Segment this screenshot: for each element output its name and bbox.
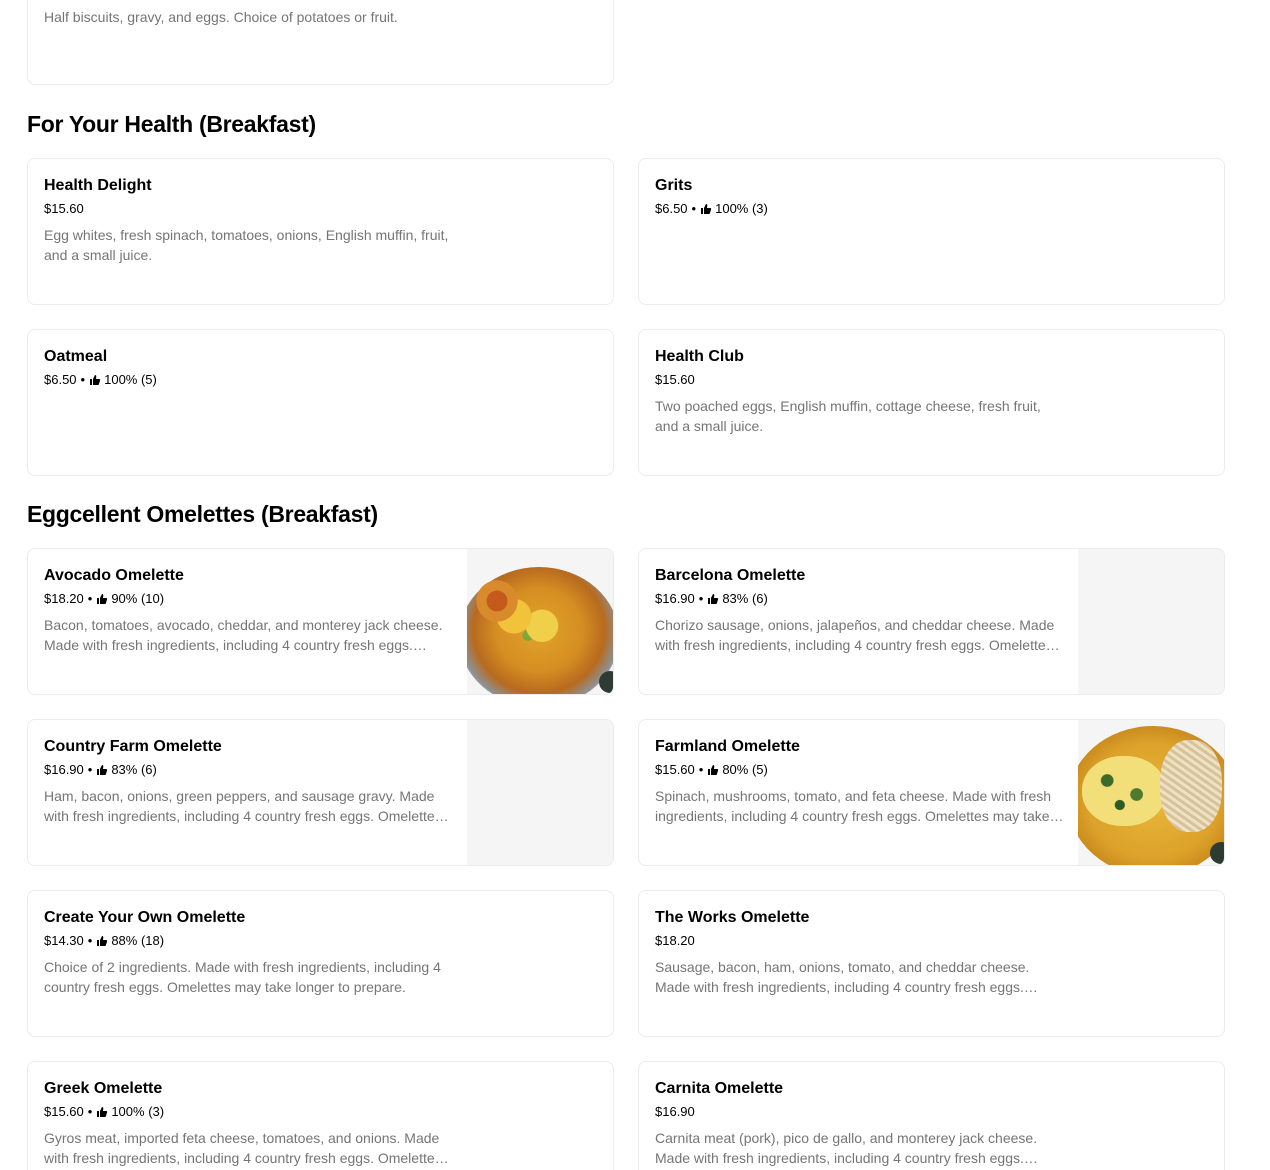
menu-item-description: Sausage, bacon, ham, onions, tomato, and… [655, 959, 1030, 995]
menu-item-meta: $16.90 • 83% (6) [655, 591, 1065, 607]
menu-item-meta: $15.60 [44, 201, 454, 217]
menu-item-description: Egg whites, fresh spinach, tomatoes, oni… [44, 227, 449, 263]
menu-item-description: Chorizo sausage, onions, jalapeños, and … [655, 617, 1055, 653]
menu-item-card[interactable]: Avocado Omelette $18.20 • 90% (10) Bacon… [27, 548, 614, 695]
menu-item-name: Grits [655, 177, 693, 194]
menu-item-image [1078, 720, 1224, 865]
menu-item-name: Create Your Own Omelette [44, 909, 246, 926]
omelette-photo [467, 567, 613, 694]
menu-item-rating: 88% (18) [111, 933, 165, 948]
thumbs-up-icon [96, 764, 108, 776]
menu-item-meta: $18.20 • 90% (10) [44, 591, 454, 607]
menu-item-description: Carnita meat (pork), pico de gallo, and … [655, 1130, 1038, 1166]
menu-item-name: Avocado Omelette [44, 567, 184, 584]
separator-dot: • [87, 762, 93, 777]
menu-item-card[interactable]: Farmland Omelette $15.60 • 80% (5) Spina… [638, 719, 1225, 866]
menu-item-price: $16.90 [655, 1104, 695, 1119]
thumbs-up-icon [96, 593, 108, 605]
separator-dot: • [87, 591, 93, 606]
menu-item-meta: $6.50 • 100% (3) [655, 201, 1065, 217]
menu-item-card[interactable]: Carnita Omelette $16.90 Carnita meat (po… [638, 1061, 1225, 1170]
menu-item-name: Carnita Omelette [655, 1080, 784, 1097]
menu-item-description: Ham, bacon, onions, green peppers, and s… [44, 788, 442, 824]
menu-item-price: $16.90 [44, 762, 84, 777]
thumbs-up-icon [96, 935, 108, 947]
menu-item-card[interactable]: Half biscuits, gravy, and eggs. Choice o… [27, 0, 614, 85]
menu-item-price: $15.60 [44, 1104, 84, 1119]
menu-item-name: Barcelona Omelette [655, 567, 806, 584]
menu-item-rating: 100% (5) [104, 372, 157, 387]
menu-item-price: $6.50 [655, 201, 688, 216]
separator-dot: • [80, 372, 86, 387]
separator-dot: • [698, 762, 704, 777]
menu-item-card[interactable]: Health Club $15.60 Two poached eggs, Eng… [638, 329, 1225, 476]
menu-item-meta: $14.30 • 88% (18) [44, 933, 454, 949]
menu-item-price: $15.60 [655, 372, 695, 387]
menu-item-price: $18.20 [655, 933, 695, 948]
separator-dot: • [698, 591, 704, 606]
menu-item-rating: 100% (3) [111, 1104, 165, 1119]
section-title: For Your Health (Breakfast) [27, 111, 316, 137]
menu-item-price: $15.60 [655, 762, 695, 777]
thumbs-up-icon [700, 203, 712, 215]
menu-item-rating: 90% (10) [111, 591, 165, 606]
menu-item-card[interactable]: Grits $6.50 • 100% (3) [638, 158, 1225, 305]
menu-item-rating: 83% (6) [722, 591, 768, 606]
menu-item-meta: $6.50 • 100% (5) [44, 372, 454, 388]
thumbs-up-icon [707, 593, 719, 605]
menu-item-name: The Works Omelette [655, 909, 810, 926]
menu-item-name: Farmland Omelette [655, 738, 800, 755]
menu-item-meta: $15.60 • 80% (5) [655, 762, 1065, 778]
menu-item-name: Health Delight [44, 177, 152, 194]
omelette-photo [1078, 726, 1224, 865]
menu-item-price: $15.60 [44, 201, 84, 216]
menu-item-description: Gyros meat, imported feta cheese, tomato… [44, 1130, 442, 1166]
menu-item-name: Country Farm Omelette [44, 738, 222, 755]
menu-item-description: Half biscuits, gravy, and eggs. Choice o… [44, 9, 398, 25]
menu-item-card[interactable]: Barcelona Omelette $16.90 • 83% (6) Chor… [638, 548, 1225, 695]
menu-item-description: Choice of 2 ingredients. Made with fresh… [44, 959, 441, 995]
menu-item-meta: $16.90 [655, 1104, 1065, 1120]
menu-item-image-placeholder [1078, 549, 1224, 694]
menu-item-rating: 100% (3) [715, 201, 768, 216]
menu-item-description: Spinach, mushrooms, tomato, and feta che… [655, 788, 1052, 824]
badge-icon [599, 671, 613, 693]
menu-item-description: Two poached eggs, English muffin, cottag… [655, 398, 1041, 434]
section-title: Eggcellent Omelettes (Breakfast) [27, 501, 378, 527]
menu-item-card[interactable]: The Works Omelette $18.20 Sausage, bacon… [638, 890, 1225, 1037]
menu-item-card[interactable]: Greek Omelette $15.60 • 100% (3) Gyros m… [27, 1061, 614, 1170]
menu-item-rating: 80% (5) [722, 762, 768, 777]
menu-item-card[interactable]: Country Farm Omelette $16.90 • 83% (6) H… [27, 719, 614, 866]
menu-item-description: Bacon, tomatoes, avocado, cheddar, and m… [44, 617, 443, 653]
menu-item-image-placeholder [467, 720, 613, 865]
menu-item-rating: 83% (6) [111, 762, 157, 777]
menu-item-meta: $16.90 • 83% (6) [44, 762, 454, 778]
menu-item-name: Oatmeal [44, 348, 108, 365]
menu-item-card[interactable]: Health Delight $15.60 Egg whites, fresh … [27, 158, 614, 305]
menu-item-card[interactable]: Create Your Own Omelette $14.30 • 88% (1… [27, 890, 614, 1037]
menu-item-name: Health Club [655, 348, 744, 365]
separator-dot: • [691, 201, 697, 216]
menu-item-price: $18.20 [44, 591, 84, 606]
menu-item-name: Greek Omelette [44, 1080, 163, 1097]
menu-item-price: $16.90 [655, 591, 695, 606]
thumbs-up-icon [96, 1106, 108, 1118]
separator-dot: • [87, 933, 93, 948]
menu-item-price: $6.50 [44, 372, 77, 387]
menu-item-meta: $18.20 [655, 933, 1065, 949]
separator-dot: • [87, 1104, 93, 1119]
menu-item-meta: $15.60 • 100% (3) [44, 1104, 454, 1120]
badge-icon [1210, 842, 1224, 864]
thumbs-up-icon [707, 764, 719, 776]
menu-item-price: $14.30 [44, 933, 84, 948]
menu-item-image [467, 549, 613, 694]
menu-item-meta: $15.60 [655, 372, 1065, 388]
thumbs-up-icon [89, 374, 101, 386]
menu-item-card[interactable]: Oatmeal $6.50 • 100% (5) [27, 329, 614, 476]
